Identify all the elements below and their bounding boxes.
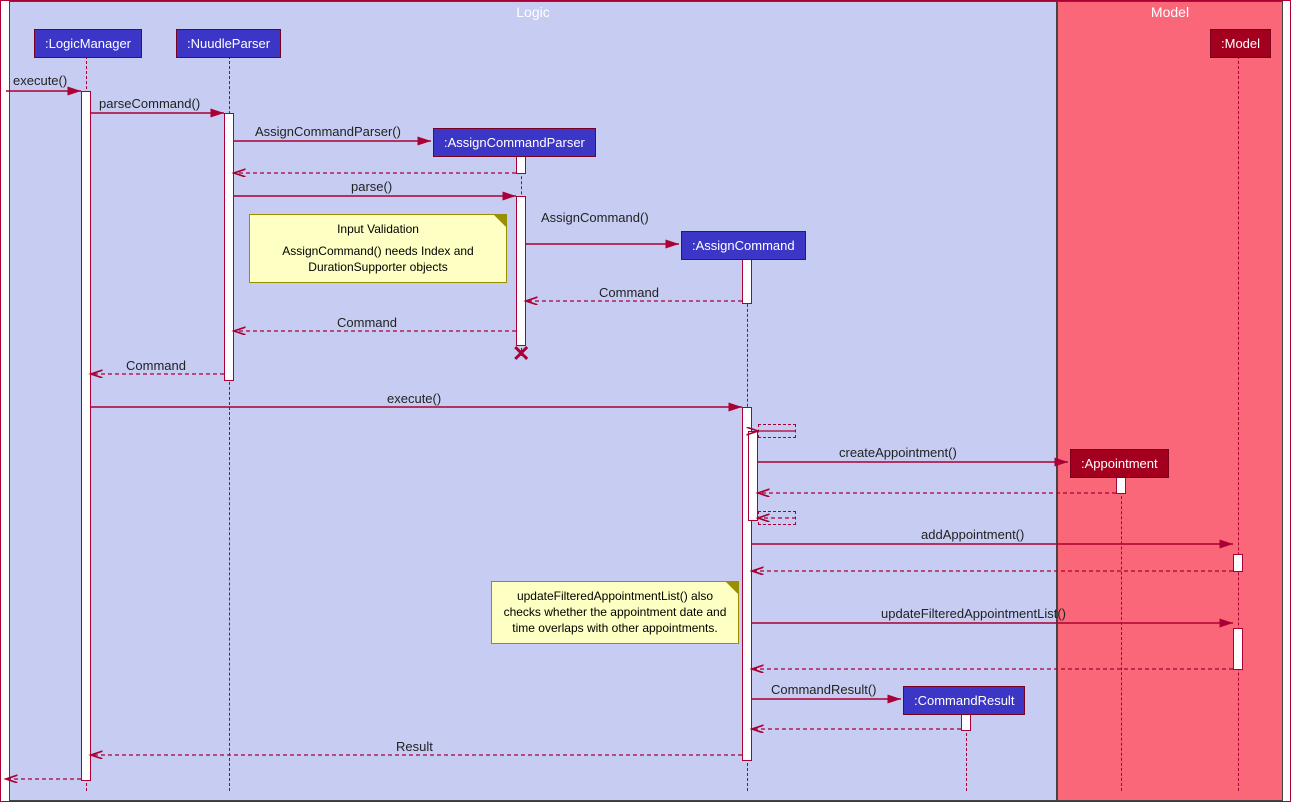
note-input-validation: Input Validation AssignCommand() needs I… xyxy=(249,214,507,283)
activation-assign-parser-1 xyxy=(516,156,526,174)
msg-command-1: Command xyxy=(599,285,659,300)
activation-appointment xyxy=(1116,476,1126,494)
participant-nuudle-parser: :NuudleParser xyxy=(176,29,281,58)
destroy-icon: ✕ xyxy=(512,341,530,367)
msg-update-filtered: updateFilteredAppointmentList() xyxy=(881,606,1066,621)
activation-model-2 xyxy=(1233,628,1243,670)
msg-result: Result xyxy=(396,739,433,754)
activation-model-1 xyxy=(1233,554,1243,572)
partition-model: Model xyxy=(1057,1,1283,801)
note-update-filtered: updateFilteredAppointmentList() also che… xyxy=(491,581,739,644)
sequence-diagram: Logic Model :LogicManager :NuudleParser … xyxy=(0,0,1291,802)
note-body: AssignCommand() needs Index and Duration… xyxy=(258,243,498,275)
msg-assign-command-ctor: AssignCommand() xyxy=(541,210,649,225)
msg-create-appointment: createAppointment() xyxy=(839,445,957,460)
self-call-box-start xyxy=(758,424,796,438)
participant-model: :Model xyxy=(1210,29,1271,58)
participant-assign-command: :AssignCommand xyxy=(681,231,806,260)
msg-command-2: Command xyxy=(337,315,397,330)
msg-command-result-ctor: CommandResult() xyxy=(771,682,876,697)
self-call-box-end xyxy=(758,511,796,525)
participant-command-result: :CommandResult xyxy=(903,686,1025,715)
participant-assign-command-parser: :AssignCommandParser xyxy=(433,128,596,157)
msg-add-appointment: addAppointment() xyxy=(921,527,1024,542)
partition-logic: Logic xyxy=(9,1,1057,801)
participant-appointment: :Appointment xyxy=(1070,449,1169,478)
activation-assign-parser-2 xyxy=(516,196,526,346)
participant-logic-manager: :LogicManager xyxy=(34,29,142,58)
activation-nuudle-parser xyxy=(224,113,234,381)
msg-execute: execute() xyxy=(13,73,67,88)
msg-assign-parser-ctor: AssignCommandParser() xyxy=(255,124,401,139)
note-title: Input Validation xyxy=(258,221,498,237)
lifeline-appointment xyxy=(1121,476,1122,791)
partition-model-title: Model xyxy=(1058,2,1282,22)
partition-logic-title: Logic xyxy=(10,2,1056,22)
activation-assign-command-nested xyxy=(748,431,758,521)
activation-command-result xyxy=(961,713,971,731)
msg-command-3: Command xyxy=(126,358,186,373)
msg-execute2: execute() xyxy=(387,391,441,406)
msg-parsecommand: parseCommand() xyxy=(99,96,200,111)
activation-logic-manager xyxy=(81,91,91,781)
lifeline-model xyxy=(1238,56,1239,791)
activation-assign-command-1 xyxy=(742,259,752,304)
msg-parse: parse() xyxy=(351,179,392,194)
